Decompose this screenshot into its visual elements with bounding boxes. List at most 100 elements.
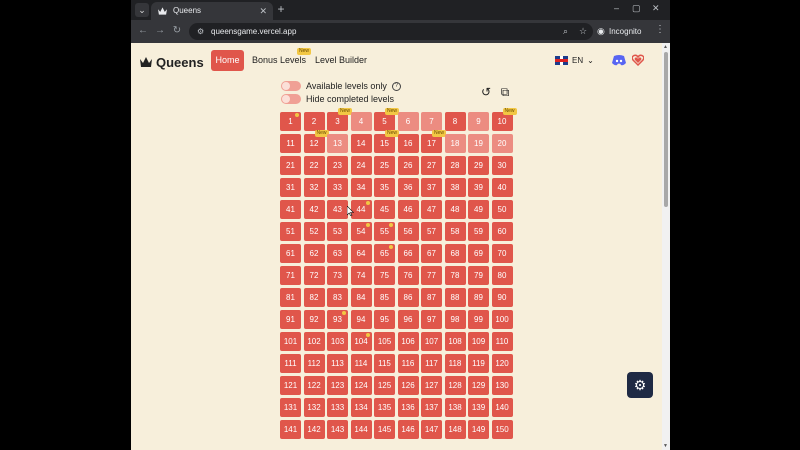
level-cell[interactable]: 90: [491, 288, 513, 307]
nav-home[interactable]: Home: [211, 50, 244, 71]
level-cell[interactable]: 99: [468, 310, 489, 329]
level-cell[interactable]: 34: [350, 178, 372, 197]
level-cell[interactable]: 131: [280, 398, 301, 417]
level-cell[interactable]: 65: [374, 244, 395, 263]
level-cell[interactable]: 47: [421, 200, 442, 219]
level-cell[interactable]: 121: [280, 376, 301, 395]
level-cell[interactable]: 41: [280, 200, 301, 219]
level-cell[interactable]: 125: [374, 376, 395, 395]
level-cell[interactable]: 40: [491, 178, 513, 197]
level-cell[interactable]: 13: [327, 134, 348, 153]
level-cell[interactable]: 92: [303, 310, 325, 329]
level-cell[interactable]: 109: [468, 332, 489, 351]
level-cell[interactable]: 4: [350, 112, 372, 131]
level-cell[interactable]: 147: [421, 420, 442, 439]
level-cell[interactable]: 95: [374, 310, 395, 329]
level-cell[interactable]: 64: [350, 244, 372, 263]
level-cell[interactable]: 140: [491, 398, 513, 417]
level-cell[interactable]: 85: [374, 288, 395, 307]
scroll-down-icon[interactable]: ▼: [663, 443, 668, 449]
site-info-icon[interactable]: ⚙: [197, 27, 206, 36]
level-cell[interactable]: 38: [444, 178, 466, 197]
level-cell[interactable]: 36: [397, 178, 419, 197]
level-cell[interactable]: 136: [397, 398, 419, 417]
level-cell[interactable]: 6: [397, 112, 419, 131]
external-link-icon[interactable]: ⧉: [498, 85, 512, 99]
level-cell[interactable]: 27: [421, 156, 442, 175]
level-cell[interactable]: 70: [491, 244, 513, 263]
level-cell[interactable]: 46: [397, 200, 419, 219]
level-cell[interactable]: 145: [374, 420, 395, 439]
level-cell[interactable]: 132: [303, 398, 325, 417]
level-cell[interactable]: 137: [421, 398, 442, 417]
level-cell[interactable]: 23: [327, 156, 348, 175]
level-cell[interactable]: 104: [350, 332, 372, 351]
level-cell[interactable]: 11: [280, 134, 301, 153]
close-tab-icon[interactable]: ✕: [259, 2, 267, 20]
level-cell[interactable]: 146: [397, 420, 419, 439]
settings-button[interactable]: ⚙: [627, 372, 653, 398]
scrollbar-thumb[interactable]: [664, 52, 668, 207]
language-selector[interactable]: EN ⌄: [555, 56, 594, 65]
level-cell[interactable]: 101: [280, 332, 301, 351]
url-text[interactable]: queensgame.vercel.app: [211, 23, 296, 40]
level-cell[interactable]: 88: [444, 288, 466, 307]
level-cell[interactable]: 7: [421, 112, 442, 131]
level-cell[interactable]: 35: [374, 178, 395, 197]
back-icon[interactable]: ←: [137, 25, 149, 36]
level-cell[interactable]: 98: [444, 310, 466, 329]
level-cell[interactable]: 124: [350, 376, 372, 395]
level-cell[interactable]: 74: [350, 266, 372, 285]
level-cell[interactable]: 97: [421, 310, 442, 329]
level-cell[interactable]: 21: [280, 156, 301, 175]
level-cell[interactable]: 129: [468, 376, 489, 395]
level-cell[interactable]: 144: [350, 420, 372, 439]
level-cell[interactable]: 86: [397, 288, 419, 307]
scroll-up-icon[interactable]: ▲: [663, 44, 668, 50]
level-cell[interactable]: 71: [280, 266, 301, 285]
level-cell[interactable]: 108: [444, 332, 466, 351]
level-cell[interactable]: 48: [444, 200, 466, 219]
level-cell[interactable]: 127: [421, 376, 442, 395]
level-cell[interactable]: 135: [374, 398, 395, 417]
level-cell[interactable]: 80: [491, 266, 513, 285]
discord-icon[interactable]: [612, 55, 626, 66]
level-cell[interactable]: 42: [303, 200, 325, 219]
level-cell[interactable]: 24: [350, 156, 372, 175]
level-cell[interactable]: 142: [303, 420, 325, 439]
level-cell[interactable]: 81: [280, 288, 301, 307]
level-cell[interactable]: 18: [444, 134, 466, 153]
level-cell[interactable]: 30: [491, 156, 513, 175]
available-levels-toggle-row[interactable]: Available levels only ?: [281, 80, 401, 92]
level-cell[interactable]: 63: [327, 244, 348, 263]
level-cell[interactable]: 123: [327, 376, 348, 395]
level-cell[interactable]: 31: [280, 178, 301, 197]
level-cell[interactable]: 19: [468, 134, 489, 153]
level-cell[interactable]: 62: [303, 244, 325, 263]
level-cell[interactable]: 2: [303, 112, 325, 131]
level-cell[interactable]: 59: [468, 222, 489, 241]
level-cell[interactable]: 26: [397, 156, 419, 175]
tab-queens[interactable]: Queens ✕: [151, 2, 273, 20]
level-cell[interactable]: 117: [421, 354, 442, 373]
level-cell[interactable]: 69: [468, 244, 489, 263]
level-cell[interactable]: 9: [468, 112, 489, 131]
level-cell[interactable]: 112: [303, 354, 325, 373]
level-cell[interactable]: 141: [280, 420, 301, 439]
level-cell[interactable]: 100: [491, 310, 513, 329]
browser-menu-icon[interactable]: ⋮: [655, 24, 665, 35]
bookmark-star-icon[interactable]: ☆: [579, 23, 587, 40]
level-cell[interactable]: 94: [350, 310, 372, 329]
level-cell[interactable]: 111: [280, 354, 301, 373]
chevron-down-icon[interactable]: ⌄: [135, 3, 149, 17]
level-cell[interactable]: 45: [374, 200, 395, 219]
level-cell[interactable]: 126: [397, 376, 419, 395]
level-cell[interactable]: 89: [468, 288, 489, 307]
level-cell[interactable]: 96: [397, 310, 419, 329]
level-cell[interactable]: 33: [327, 178, 348, 197]
nav-level-builder[interactable]: Level Builder: [315, 50, 367, 71]
level-cell[interactable]: 20: [491, 134, 513, 153]
new-tab-button[interactable]: +: [274, 2, 288, 16]
level-cell[interactable]: 50: [491, 200, 513, 219]
level-cell[interactable]: 110: [491, 332, 513, 351]
